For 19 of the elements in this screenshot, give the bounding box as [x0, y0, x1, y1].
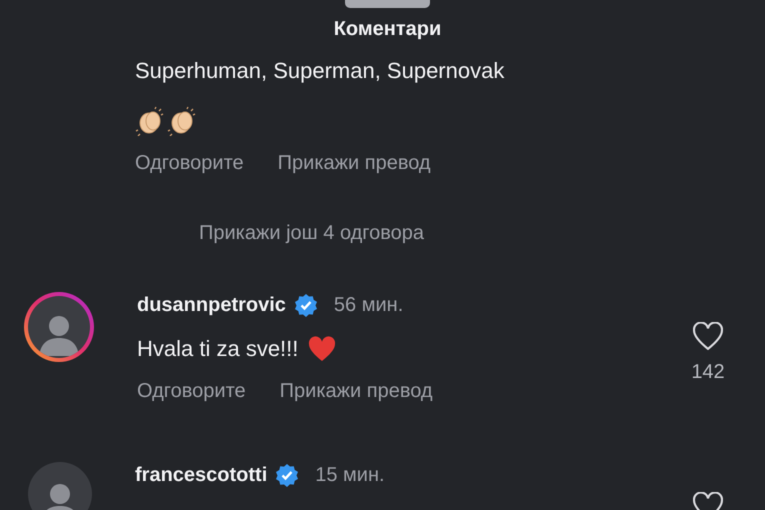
- timestamp: 15 мин.: [315, 463, 385, 488]
- heart-icon: [308, 336, 336, 362]
- drag-handle[interactable]: [345, 0, 430, 8]
- clapping-hands-icon: [167, 106, 197, 136]
- username[interactable]: francescototti: [135, 462, 268, 488]
- comment-text: Superhuman, Superman, Supernovak: [135, 57, 504, 85]
- comment-text: Hvala ti za sve!!!: [137, 335, 298, 363]
- clapping-hands-icon: [135, 106, 165, 136]
- avatar[interactable]: [28, 462, 92, 510]
- translate-link[interactable]: Прикажи превод: [280, 378, 433, 404]
- reply-link[interactable]: Одговорите: [137, 378, 246, 404]
- username[interactable]: dusannpetrovic: [137, 292, 286, 318]
- sheet-title: Коментари: [334, 17, 442, 42]
- timestamp: 56 мин.: [334, 293, 404, 318]
- translate-link[interactable]: Прикажи превод: [278, 150, 431, 176]
- view-replies-link[interactable]: Прикажи још 4 одговора: [199, 222, 424, 244]
- reply-link[interactable]: Одговорите: [135, 150, 244, 176]
- like-count: 142: [691, 360, 725, 384]
- heart-icon[interactable]: [693, 322, 723, 350]
